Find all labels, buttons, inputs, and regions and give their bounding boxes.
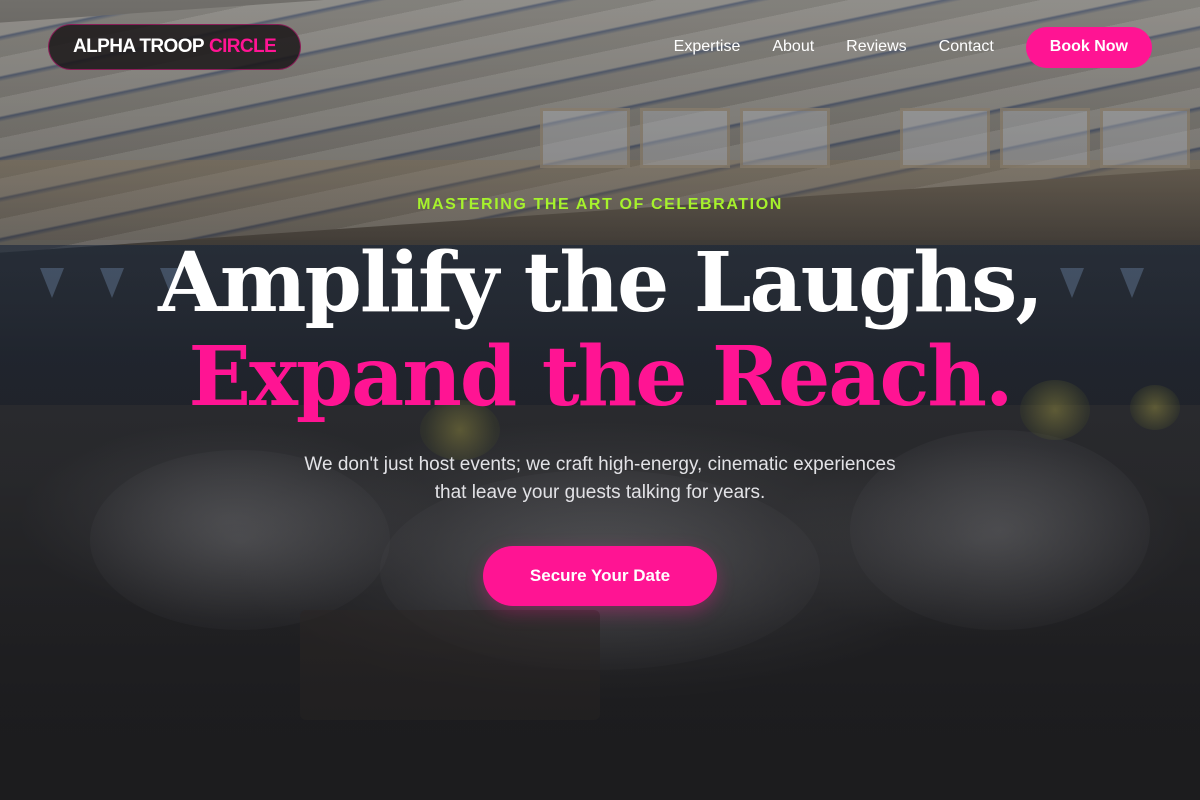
hero-subtext: We don't just host events; we craft high… [250, 451, 950, 507]
hero-headline: Amplify the Laughs, Expand the Reach. [0, 236, 1200, 424]
headline-line-1: Amplify the Laughs, [158, 235, 1044, 331]
hero-subtext-line-1: We don't just host events; we craft high… [304, 454, 896, 475]
headline-line-2: Expand the Reach. [188, 329, 1013, 425]
hero-eyebrow: MASTERING THE ART OF CELEBRATION [417, 196, 783, 213]
hero-subtext-line-2: that leave your guests talking for years… [434, 482, 766, 503]
secure-your-date-button[interactable]: Secure Your Date [483, 546, 717, 606]
hero-section: MASTERING THE ART OF CELEBRATION Amplify… [0, 0, 1200, 800]
